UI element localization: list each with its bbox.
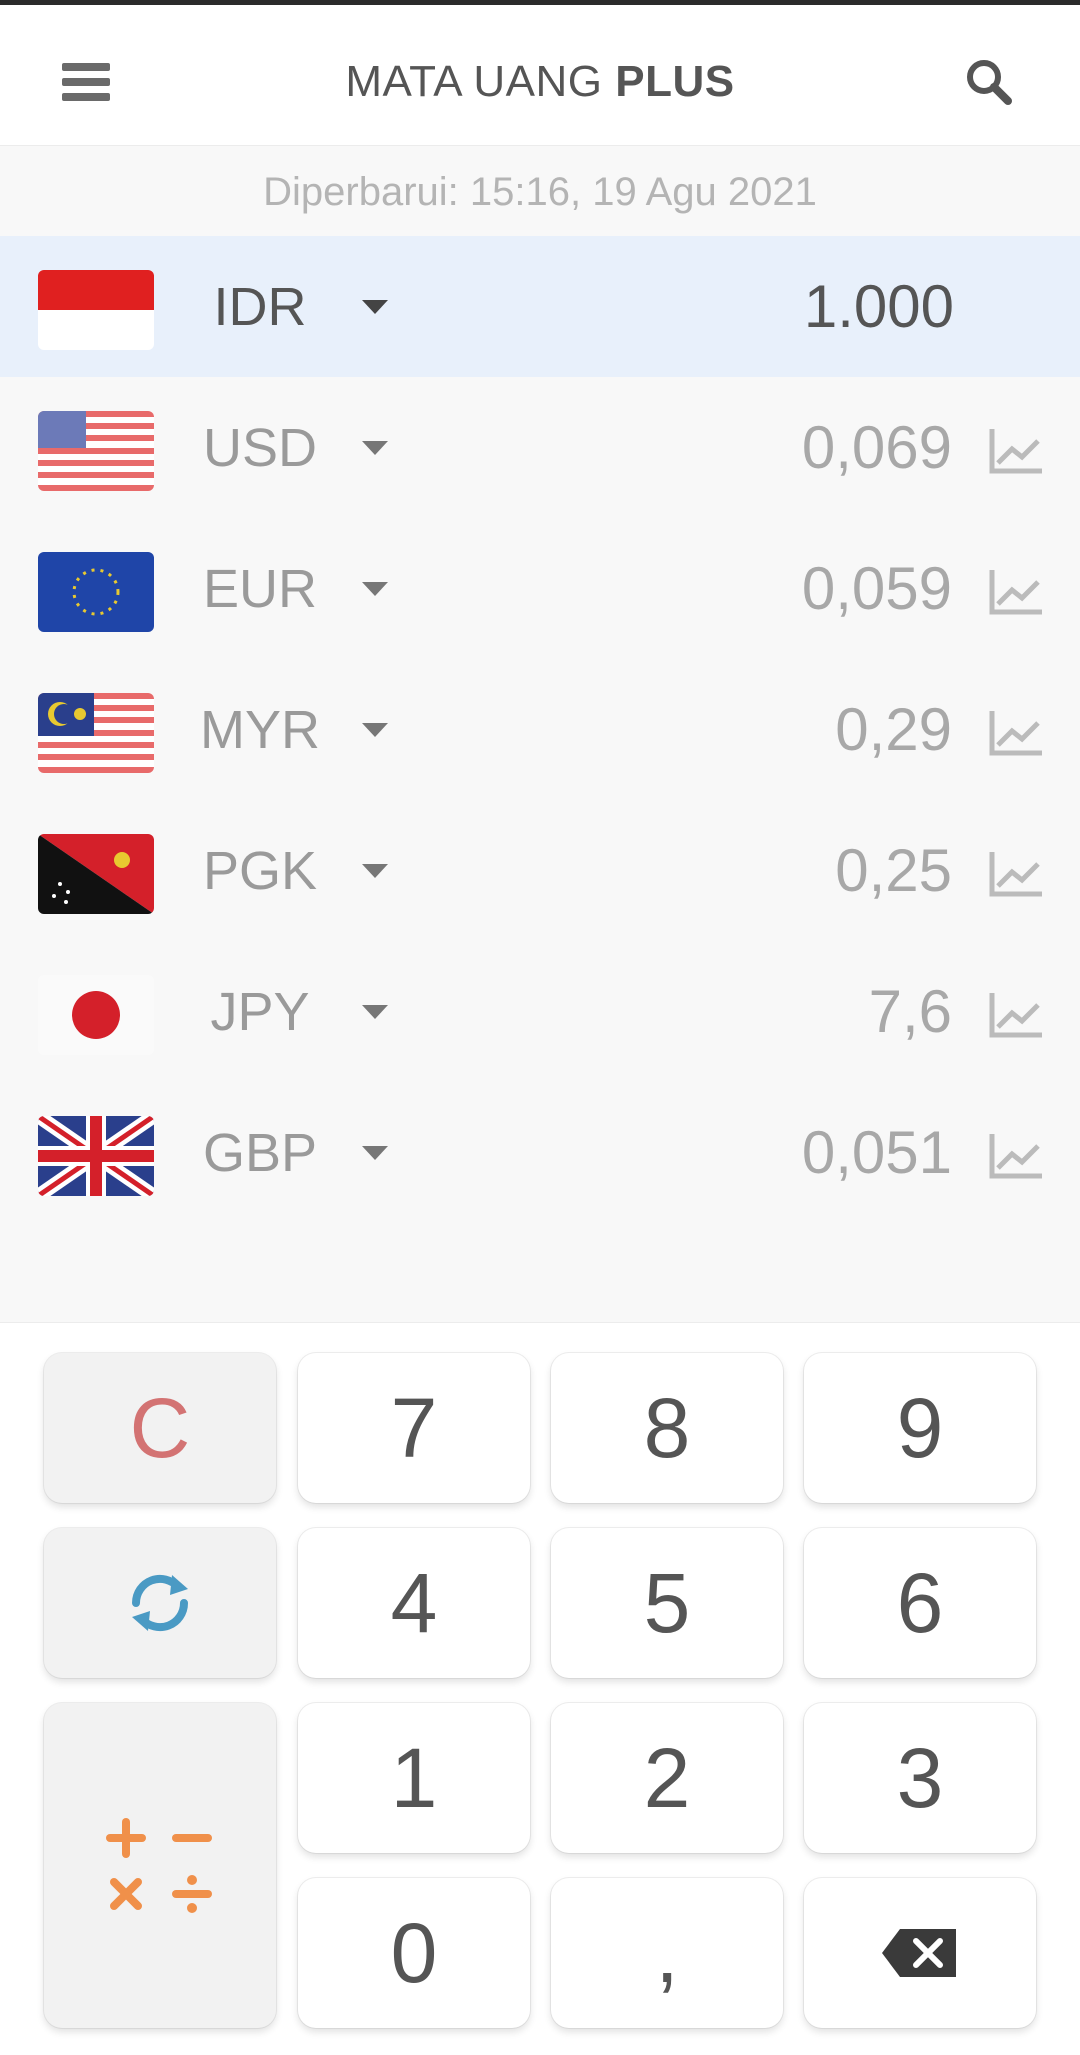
currency-list: IDR 1.000 USD 0,069 EUR 0,059 MYR 0,29 P… — [0, 236, 1080, 1223]
currency-row-eur[interactable]: EUR 0,059 — [0, 518, 1080, 659]
backspace-icon — [882, 1929, 956, 1977]
japan-flag-icon — [38, 975, 154, 1055]
app-title: MATA UANG PLUS — [0, 57, 1080, 107]
key-7[interactable]: 7 — [298, 1353, 530, 1503]
last-updated-text: Diperbarui: 15:16, 19 Agu 2021 — [263, 170, 817, 214]
eu-flag-icon — [38, 552, 154, 632]
app-title-prefix: MATA UANG — [345, 57, 616, 106]
currency-row-myr[interactable]: MYR 0,29 — [0, 659, 1080, 800]
key-comma[interactable]: , — [551, 1878, 783, 2028]
caret-down-icon[interactable] — [360, 862, 390, 882]
currency-row-gbp[interactable]: GBP 0,051 — [0, 1082, 1080, 1223]
currency-code[interactable]: EUR — [190, 558, 330, 620]
clear-button-label: C — [129, 1380, 191, 1475]
malaysia-flag-icon — [38, 693, 154, 773]
caret-down-icon[interactable] — [360, 721, 390, 741]
key-8[interactable]: 8 — [551, 1353, 783, 1503]
currency-code[interactable]: GBP — [190, 1122, 330, 1184]
currency-value[interactable]: 0,051 — [802, 1118, 952, 1187]
uk-flag-icon — [38, 1116, 154, 1196]
trend-chart-icon[interactable] — [988, 1132, 1044, 1180]
key-9[interactable]: 9 — [804, 1353, 1036, 1503]
currency-code[interactable]: JPY — [190, 981, 330, 1043]
key-6[interactable]: 6 — [804, 1528, 1036, 1678]
usa-flag-icon — [38, 411, 154, 491]
currency-value[interactable]: 7,6 — [869, 977, 952, 1046]
currency-value[interactable]: 0,069 — [802, 413, 952, 482]
refresh-icon — [131, 1574, 189, 1632]
operators-button[interactable] — [44, 1703, 276, 2028]
caret-down-icon[interactable] — [360, 580, 390, 600]
key-0[interactable]: 0 — [298, 1878, 530, 2028]
currency-value[interactable]: 0,29 — [835, 695, 952, 764]
key-3[interactable]: 3 — [804, 1703, 1036, 1853]
refresh-button[interactable] — [44, 1528, 276, 1678]
clear-button[interactable]: C — [44, 1353, 276, 1503]
operators-icon — [106, 1817, 212, 1913]
key-2[interactable]: 2 — [551, 1703, 783, 1853]
caret-down-icon[interactable] — [360, 439, 390, 459]
app-title-bold: PLUS — [615, 57, 735, 106]
currency-code[interactable]: IDR — [190, 276, 330, 338]
currency-code[interactable]: USD — [190, 417, 330, 479]
currency-code[interactable]: MYR — [190, 699, 330, 761]
currency-value[interactable]: 0,059 — [802, 554, 952, 623]
trend-chart-icon[interactable] — [988, 991, 1044, 1039]
key-5[interactable]: 5 — [551, 1528, 783, 1678]
trend-chart-icon[interactable] — [988, 709, 1044, 757]
trend-chart-icon[interactable] — [988, 850, 1044, 898]
caret-down-icon[interactable] — [360, 1144, 390, 1164]
app-bar: MATA UANG PLUS — [0, 5, 1080, 146]
backspace-button[interactable] — [804, 1878, 1036, 2028]
keypad: C 7 8 9 4 5 6 1 2 3 0 , — [0, 1322, 1080, 2055]
currency-row-idr[interactable]: IDR 1.000 — [0, 236, 1080, 377]
currency-value[interactable]: 1.000 — [804, 272, 954, 341]
currency-value[interactable]: 0,25 — [835, 836, 952, 905]
currency-row-usd[interactable]: USD 0,069 — [0, 377, 1080, 518]
currency-row-jpy[interactable]: JPY 7,6 — [0, 941, 1080, 1082]
key-4[interactable]: 4 — [298, 1528, 530, 1678]
trend-chart-icon[interactable] — [988, 427, 1044, 475]
indonesia-flag-icon — [38, 270, 154, 350]
trend-chart-icon[interactable] — [988, 568, 1044, 616]
search-icon[interactable] — [962, 55, 1016, 109]
currency-row-pgk[interactable]: PGK 0,25 — [0, 800, 1080, 941]
key-1[interactable]: 1 — [298, 1703, 530, 1853]
caret-down-icon[interactable] — [360, 298, 390, 318]
png-flag-icon — [38, 834, 154, 914]
caret-down-icon[interactable] — [360, 1003, 390, 1023]
currency-code[interactable]: PGK — [190, 840, 330, 902]
